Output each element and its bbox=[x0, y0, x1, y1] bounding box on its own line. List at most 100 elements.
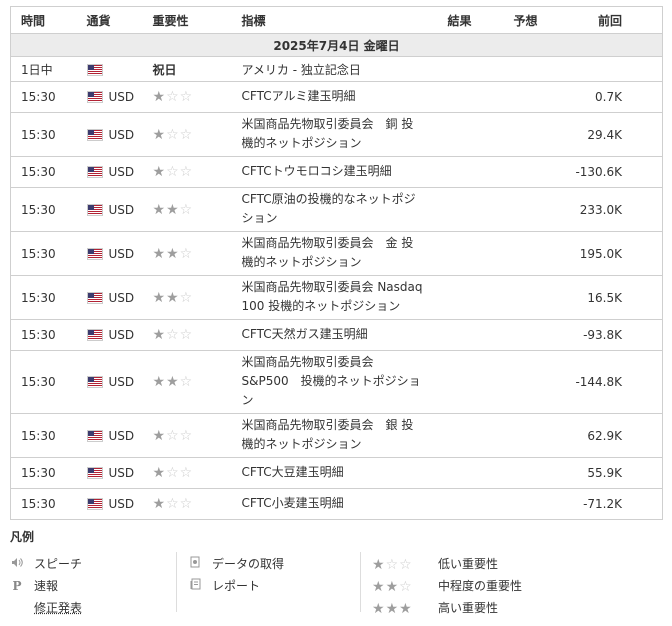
event-name-link[interactable]: CFTC大豆建玉明細 bbox=[231, 457, 438, 489]
event-currency-cell: USD bbox=[76, 413, 143, 458]
legend-medium-label: 中程度の重要性 bbox=[438, 579, 523, 593]
star-icon: ★ bbox=[152, 164, 167, 180]
legend-revised: 修正発表 bbox=[34, 600, 82, 616]
event-time: 15:30 bbox=[10, 156, 77, 188]
us-flag-icon bbox=[86, 247, 103, 260]
importance-stars: ★☆☆ bbox=[153, 428, 194, 444]
speaker-icon bbox=[10, 557, 24, 573]
star-icon: ★ bbox=[152, 465, 167, 481]
star-icon: ★ bbox=[152, 126, 167, 143]
event-currency: USD bbox=[108, 127, 135, 142]
star-icon: ★ bbox=[152, 245, 167, 262]
event-row[interactable]: 15:30 USD ★★☆ CFTC原油の投機的なネットポジション 233.0K bbox=[10, 187, 663, 232]
event-currency: USD bbox=[108, 328, 135, 343]
legend: 凡例 スピーチ P 速報 修正発表 データの取得 レポート ★☆☆ 低い重要性 ★… bbox=[10, 528, 662, 620]
event-forecast bbox=[503, 187, 570, 232]
event-row[interactable]: 15:30 USD ★★☆ 米国商品先物取引委員会 S&P500 投機的ネットポジショ… bbox=[10, 350, 663, 414]
event-importance: ★☆☆ bbox=[142, 319, 232, 351]
header-forecast[interactable]: 予想 bbox=[503, 6, 570, 34]
event-currency-cell: USD bbox=[76, 156, 143, 188]
event-row[interactable]: 15:30 USD ★☆☆ CFTC小麦建玉明細 -71.2K bbox=[10, 488, 663, 520]
header-actual[interactable]: 結果 bbox=[437, 6, 504, 34]
event-currency-cell: USD bbox=[76, 275, 143, 320]
star-icon: ☆ bbox=[166, 465, 180, 481]
legend-medium: ★★☆ 中程度の重要性 bbox=[372, 578, 523, 595]
event-actual bbox=[437, 488, 504, 520]
event-name-link[interactable]: 米国商品先物取引委員会 Nasdaq 100 投機的ネットポジション bbox=[231, 275, 438, 320]
event-row[interactable]: 15:30 USD ★☆☆ CFTCトウモロコシ建玉明細 -130.6K bbox=[10, 156, 663, 188]
star-icon: ★ bbox=[372, 556, 386, 573]
event-row[interactable]: 15:30 USD ★☆☆ CFTC大豆建玉明細 55.9K bbox=[10, 457, 663, 489]
event-time: 15:30 bbox=[10, 112, 77, 157]
legend-divider-2 bbox=[360, 552, 361, 612]
event-name-link[interactable]: CFTCアルミ建玉明細 bbox=[231, 81, 438, 113]
star-icon: ☆ bbox=[385, 556, 400, 573]
header-event[interactable]: 指標 bbox=[231, 6, 438, 34]
legend-report: レポート bbox=[188, 578, 260, 594]
event-actual bbox=[437, 319, 504, 351]
event-name-link[interactable]: 米国商品先物取引委員会 金 投機的ネットポジション bbox=[231, 231, 438, 276]
legend-data-retrieval-label: データの取得 bbox=[212, 557, 285, 571]
holiday-time: 1日中 bbox=[10, 56, 77, 82]
event-row[interactable]: 15:30 USD ★☆☆ 米国商品先物取引委員会 銀 投機的ネットポジション 62.9… bbox=[10, 413, 663, 458]
event-previous: 195.0K bbox=[569, 231, 663, 276]
star-icon: ★ bbox=[152, 201, 167, 218]
holiday-flag-cell bbox=[76, 56, 143, 82]
event-time: 15:30 bbox=[10, 350, 77, 414]
event-currency-cell: USD bbox=[76, 81, 143, 113]
event-currency: USD bbox=[108, 497, 135, 512]
event-currency: USD bbox=[108, 90, 135, 105]
event-row[interactable]: 15:30 USD ★☆☆ 米国商品先物取引委員会 銅 投機的ネットポジション 29.4… bbox=[10, 112, 663, 157]
legend-title: 凡例 bbox=[10, 530, 35, 544]
event-row[interactable]: 15:30 USD ★★☆ 米国商品先物取引委員会 Nasdaq 100 投機的ネット… bbox=[10, 275, 663, 320]
document-icon bbox=[188, 556, 202, 573]
event-name-link[interactable]: 米国商品先物取引委員会 S&P500 投機的ネットポジション bbox=[231, 350, 438, 414]
event-name-link[interactable]: CFTC原油の投機的なネットポジション bbox=[231, 187, 438, 232]
holiday-row[interactable]: 1日中 祝日 アメリカ - 独立記念日 bbox=[10, 56, 663, 82]
us-flag-icon bbox=[86, 329, 103, 342]
star-icon: ★ bbox=[152, 496, 167, 512]
event-row[interactable]: 15:30 USD ★☆☆ CFTCアルミ建玉明細 0.7K bbox=[10, 81, 663, 113]
star-icon: ★ bbox=[152, 427, 167, 444]
holiday-event[interactable]: アメリカ - 独立記念日 bbox=[231, 56, 663, 82]
star-icon: ★ bbox=[166, 245, 180, 262]
star-icon: ★ bbox=[152, 89, 167, 105]
header-previous[interactable]: 前回 bbox=[569, 6, 663, 34]
event-name-link[interactable]: CFTC小麦建玉明細 bbox=[231, 488, 438, 520]
event-previous: 55.9K bbox=[569, 457, 663, 489]
star-icon: ☆ bbox=[166, 427, 180, 444]
star-icon: ☆ bbox=[179, 374, 194, 390]
event-forecast bbox=[503, 156, 570, 188]
economic-calendar-table: 時間 通貨 重要性 指標 結果 予想 前回 2025年7月4日 金曜日 1日中 … bbox=[10, 6, 663, 520]
event-forecast bbox=[503, 81, 570, 113]
report-icon bbox=[188, 578, 202, 595]
star-icon: ☆ bbox=[179, 327, 194, 343]
star-icon: ☆ bbox=[179, 126, 194, 143]
p-letter-icon: P bbox=[12, 579, 22, 593]
event-importance: ★☆☆ bbox=[142, 457, 232, 489]
event-currency: USD bbox=[108, 466, 135, 481]
star-icon: ★ bbox=[385, 600, 400, 617]
event-currency-cell: USD bbox=[76, 231, 143, 276]
event-row[interactable]: 15:30 USD ★★☆ 米国商品先物取引委員会 金 投機的ネットポジション 195.… bbox=[10, 231, 663, 276]
star-icon: ☆ bbox=[179, 289, 194, 306]
event-name-link[interactable]: 米国商品先物取引委員会 銀 投機的ネットポジション bbox=[231, 413, 438, 458]
event-row[interactable]: 15:30 USD ★☆☆ CFTC天然ガス建玉明細 -93.8K bbox=[10, 319, 663, 351]
event-name-link[interactable]: CFTC天然ガス建玉明細 bbox=[231, 319, 438, 351]
event-time: 15:30 bbox=[10, 187, 77, 232]
event-actual bbox=[437, 112, 504, 157]
event-actual bbox=[437, 156, 504, 188]
header-currency[interactable]: 通貨 bbox=[76, 6, 143, 34]
header-importance[interactable]: 重要性 bbox=[142, 6, 232, 34]
star-icon: ★ bbox=[152, 289, 167, 306]
event-time: 15:30 bbox=[10, 413, 77, 458]
star-icon: ☆ bbox=[166, 89, 180, 105]
event-name-link[interactable]: 米国商品先物取引委員会 銅 投機的ネットポジション bbox=[231, 112, 438, 157]
event-currency-cell: USD bbox=[76, 350, 143, 414]
event-actual bbox=[437, 350, 504, 414]
star-icon: ☆ bbox=[399, 578, 413, 595]
header-time[interactable]: 時間 bbox=[10, 6, 77, 34]
event-time: 15:30 bbox=[10, 319, 77, 351]
event-name-link[interactable]: CFTCトウモロコシ建玉明細 bbox=[231, 156, 438, 188]
event-importance: ★★☆ bbox=[142, 187, 232, 232]
